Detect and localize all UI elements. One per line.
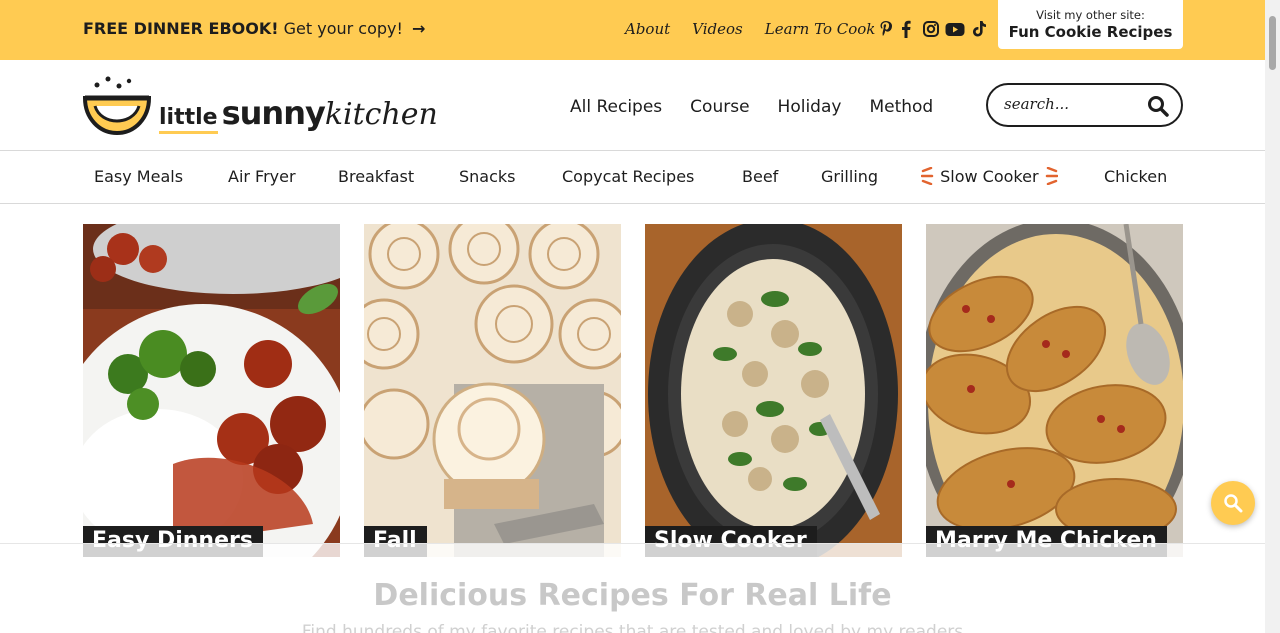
marry-me-chicken-photo [926,224,1183,557]
top-links: About Videos Learn To Cook [625,20,897,38]
sunburst-left-icon [920,166,934,186]
slow-cooker-photo [645,224,902,557]
bowl-logo-icon [83,76,152,136]
page-subtitle: Find hundreds of my favorite recipes tha… [301,622,964,633]
subnav-air-fryer[interactable]: Air Fryer [228,167,296,186]
subnav-slow-cooker[interactable]: Slow Cooker [920,166,1058,186]
logo-little: little [159,105,218,134]
nav-course[interactable]: Course [690,97,749,117]
page-scrollbar[interactable] [1265,0,1280,633]
main-nav: All Recipes Course Holiday Method [570,97,961,117]
promo-bold-text: FREE DINNER EBOOK! [83,19,279,38]
ebook-promo-link[interactable]: FREE DINNER EBOOK! Get your copy! → [83,19,425,38]
subnav-breakfast[interactable]: Breakfast [338,167,414,186]
logo-kitchen: kitchen [324,97,438,132]
logo-wordmark: little sunnykitchen [159,94,438,134]
social-links [879,20,987,38]
site-header: little sunnykitchen All Recipes Course Ho… [0,60,1265,151]
about-link[interactable]: About [625,20,670,38]
card-fall[interactable]: Fall [364,224,621,557]
videos-link[interactable]: Videos [692,20,743,38]
scrollbar-thumb[interactable] [1269,16,1276,70]
nav-all-recipes[interactable]: All Recipes [570,97,662,117]
sunburst-right-icon [1045,166,1058,186]
search-input[interactable] [1004,95,1144,113]
other-site-name: Fun Cookie Recipes [1008,23,1173,41]
subnav-easy-meals[interactable]: Easy Meals [94,167,183,186]
arrow-right-icon: → [412,19,426,38]
nav-method[interactable]: Method [869,97,933,117]
top-bar: FREE DINNER EBOOK! Get your copy! → Abou… [0,0,1265,60]
logo-sunny: sunny [221,94,326,132]
other-site-caption: Visit my other site: [1036,8,1145,22]
learn-to-cook-link[interactable]: Learn To Cook [765,20,876,38]
site-logo[interactable]: little sunnykitchen [83,76,458,136]
search-box [986,83,1183,127]
search-icon[interactable] [1147,95,1169,117]
subnav-copycat-recipes[interactable]: Copycat Recipes [562,167,694,186]
card-marry-me-chicken[interactable]: Marry Me Chicken [926,224,1183,557]
pinterest-icon[interactable] [879,20,895,38]
tiktok-icon[interactable] [971,20,987,38]
search-icon [1224,494,1243,513]
facebook-icon[interactable] [901,20,917,38]
meatballs-photo [83,224,340,557]
cinnamon-rolls-photo [364,224,621,557]
subnav-chicken[interactable]: Chicken [1104,167,1167,186]
subnav-grilling[interactable]: Grilling [821,167,878,186]
instagram-icon[interactable] [923,20,939,38]
page-title: Delicious Recipes For Real Life [373,578,892,613]
subnav-snacks[interactable]: Snacks [459,167,516,186]
promo-text: Get your copy! [283,19,403,38]
nav-holiday[interactable]: Holiday [778,97,842,117]
other-site-link[interactable]: Visit my other site: Fun Cookie Recipes [998,0,1183,49]
card-slow-cooker[interactable]: Slow Cooker [645,224,902,557]
subnav-slow-cooker-label: Slow Cooker [940,167,1039,186]
category-nav: Easy Meals Air Fryer Breakfast Snacks Co… [0,151,1265,204]
youtube-icon[interactable] [945,20,965,38]
floating-search-button[interactable] [1211,481,1255,525]
subnav-beef[interactable]: Beef [742,167,778,186]
card-easy-dinners[interactable]: Easy Dinners [83,224,340,557]
